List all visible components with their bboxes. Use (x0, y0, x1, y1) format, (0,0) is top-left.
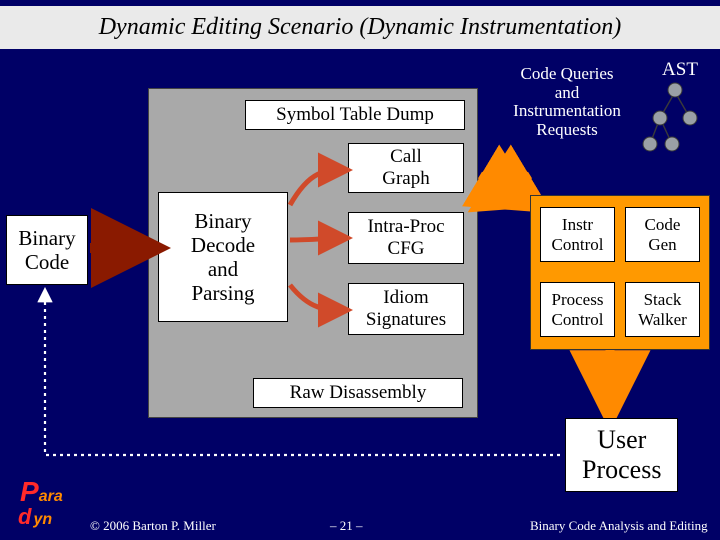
slide-title: Dynamic Editing Scenario (Dynamic Instru… (0, 6, 720, 49)
footer-series: Binary Code Analysis and Editing (530, 518, 708, 534)
code-gen-box: Code Gen (625, 207, 700, 262)
symbol-table-dump-box: Symbol Table Dump (245, 100, 465, 130)
ast-tree-icon (643, 83, 697, 151)
call-graph-box: Call Graph (348, 143, 464, 193)
stack-walker-box: Stack Walker (625, 282, 700, 337)
idiom-signatures-box: Idiom Signatures (348, 283, 464, 335)
ast-label: AST (655, 60, 705, 81)
footer-page: – 21 – (330, 518, 363, 534)
raw-disassembly-box: Raw Disassembly (253, 378, 463, 408)
process-control-box: Process Control (540, 282, 615, 337)
user-process-box: User Process (565, 418, 678, 492)
binary-code-box: Binary Code (6, 215, 88, 285)
instr-control-box: Instr Control (540, 207, 615, 262)
binary-decode-box: Binary Decode and Parsing (158, 192, 288, 322)
intra-proc-cfg-box: Intra-Proc CFG (348, 212, 464, 264)
code-queries-label: Code Queries and Instrumentation Request… (497, 65, 637, 140)
paradyn-logo: Para dyn (20, 476, 63, 534)
footer-copyright: © 2006 Barton P. Miller (90, 518, 216, 534)
